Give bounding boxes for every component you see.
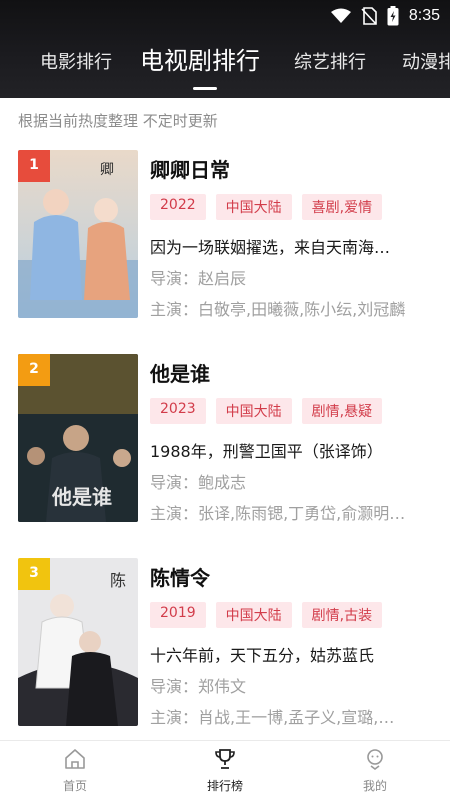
show-description: 因为一场联姻擢选，来自天南海北的 — [150, 238, 400, 257]
tag-year: 2023 — [150, 398, 206, 424]
status-bar: 8:35 — [0, 0, 450, 32]
tab-variety-ranking[interactable]: 综艺排行 — [294, 38, 366, 88]
tab-tv-ranking[interactable]: 电视剧排行 — [140, 36, 260, 86]
list-item[interactable]: 卿 1 卿卿日常 2022 中国大陆 喜剧,爱情 因为一场联姻擢选，来自天南海北… — [0, 150, 450, 320]
tab-anime-ranking[interactable]: 动漫排行 — [402, 38, 450, 88]
tag-region: 中国大陆 — [215, 398, 292, 424]
bottom-navigation: 首页 排行榜 我的 — [0, 740, 450, 801]
wifi-icon — [330, 8, 351, 23]
rank-badge: 2 — [18, 354, 50, 386]
header: 8:35 电影排行 电视剧排行 综艺排行 动漫排行 — [0, 0, 450, 98]
show-director: 导演：鲍成志 — [150, 473, 247, 492]
show-title[interactable]: 陈情令 — [150, 562, 210, 591]
tag-region: 中国大陆 — [215, 194, 292, 220]
show-description: 十六年前，天下五分，姑苏蓝氏 — [150, 646, 375, 665]
show-description: 1988年，刑警卫国平（张译饰） — [150, 442, 383, 461]
show-director: 导演：郑伟文 — [150, 677, 247, 696]
active-tab-indicator — [193, 87, 217, 90]
battery-icon — [387, 6, 399, 26]
tab-movie-ranking[interactable]: 电影排行 — [40, 38, 112, 88]
nav-profile[interactable]: 我的 — [335, 747, 415, 794]
nav-profile-label: 我的 — [362, 779, 387, 793]
tag-genre: 剧情,古装 — [301, 602, 383, 628]
list-item[interactable]: 陈 3 陈情令 2019 中国大陆 剧情,古装 十六年前，天下五分，姑苏蓝氏 导… — [0, 558, 450, 728]
poster-title-art: 陈 — [110, 571, 126, 590]
list-item[interactable]: 他是谁 2 他是谁 2023 中国大陆 剧情,悬疑 1988年，刑警卫国平（张译… — [0, 354, 450, 524]
show-cast: 主演：张译,陈雨锶,丁勇岱,俞灏明,杨皓宇 — [150, 504, 410, 523]
home-icon — [65, 749, 85, 769]
status-time: 8:35 — [408, 7, 440, 24]
profile-icon — [367, 749, 383, 770]
nav-home-label: 首页 — [62, 779, 87, 793]
nav-home[interactable]: 首页 — [35, 747, 115, 794]
tag-group: 2019 中国大陆 剧情,古装 — [150, 602, 383, 628]
poster-image[interactable]: 他是谁 2 — [18, 354, 138, 522]
tag-genre: 喜剧,爱情 — [301, 194, 383, 220]
no-sim-icon — [361, 7, 377, 25]
tag-year: 2022 — [150, 194, 206, 220]
poster-title-art: 卿 — [100, 162, 114, 178]
show-title[interactable]: 卿卿日常 — [150, 154, 230, 183]
trophy-icon — [215, 749, 235, 769]
tag-year: 2019 — [150, 602, 206, 628]
poster-image[interactable]: 卿 1 — [18, 150, 138, 318]
poster-title-art: 他是谁 — [51, 485, 112, 509]
tab-bar: 电影排行 电视剧排行 综艺排行 动漫排行 — [0, 38, 450, 88]
nav-ranking-label: 排行榜 — [206, 779, 243, 793]
tag-genre: 剧情,悬疑 — [301, 398, 383, 424]
tag-group: 2023 中国大陆 剧情,悬疑 — [150, 398, 383, 424]
poster-image[interactable]: 陈 3 — [18, 558, 138, 726]
ranking-subtitle: 根据当前热度整理 不定时更新 — [18, 112, 218, 130]
tag-group: 2022 中国大陆 喜剧,爱情 — [150, 194, 383, 220]
tag-region: 中国大陆 — [215, 602, 292, 628]
show-cast: 主演：肖战,王一博,孟子义,宣璐,汪卓成 — [150, 708, 410, 727]
show-title[interactable]: 他是谁 — [150, 358, 210, 387]
show-director: 导演：赵启辰 — [150, 269, 247, 288]
show-cast: 主演：白敬亭,田曦薇,陈小纭,刘冠麟 — [150, 300, 406, 319]
status-icons: 8:35 — [330, 6, 440, 26]
nav-ranking[interactable]: 排行榜 — [185, 747, 265, 794]
rank-badge: 1 — [18, 150, 50, 182]
rank-badge: 3 — [18, 558, 50, 590]
